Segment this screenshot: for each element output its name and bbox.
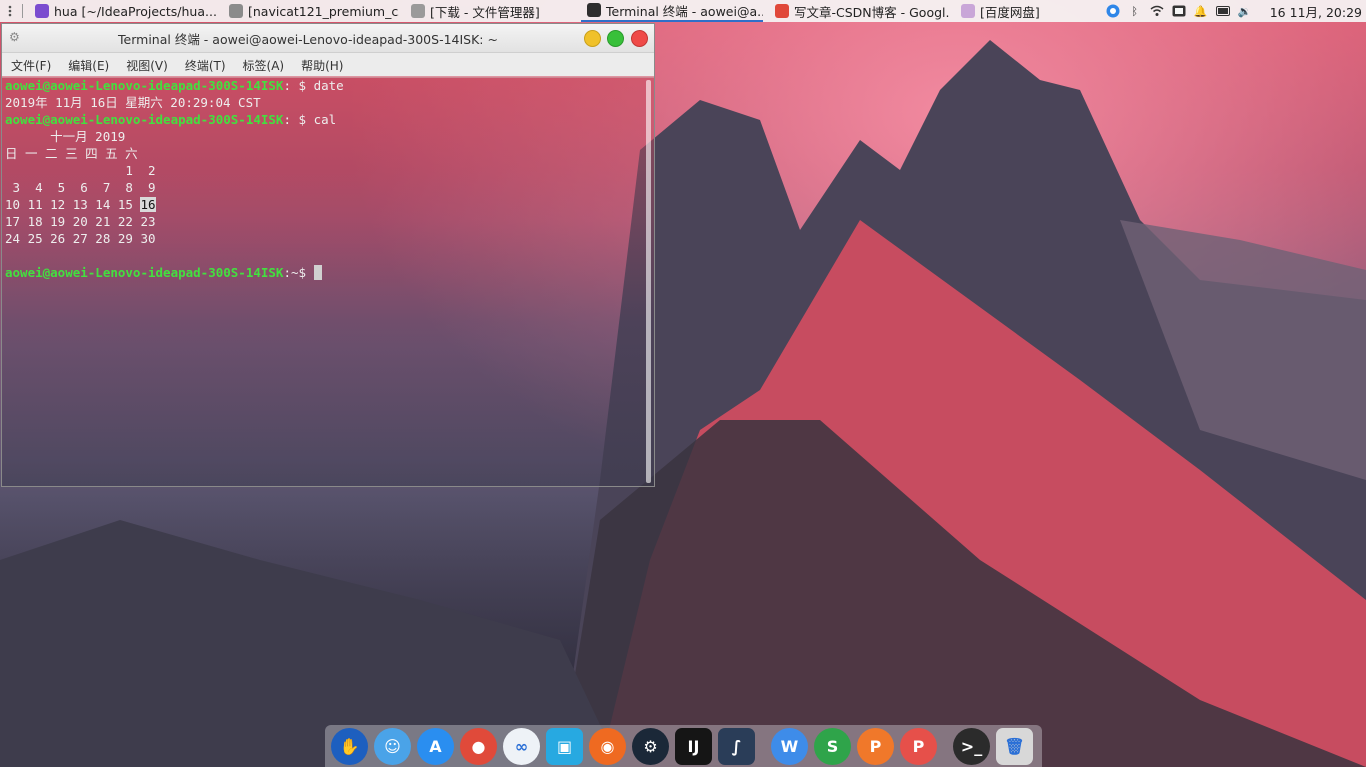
system-monitor-icon[interactable]: ∫ <box>718 727 755 765</box>
terminal-line: 2019年 11月 16日 星期六 20:29:04 CST <box>5 95 261 110</box>
baidu-netdisk-icon <box>961 4 975 18</box>
calendar-header: 日 一 二 三 四 五 六 <box>5 146 138 161</box>
app-store-icon[interactable]: A <box>417 727 454 765</box>
window-menu-gear-icon[interactable]: ⚙ <box>9 31 21 43</box>
calendar-row: 24 25 26 27 28 29 30 <box>5 231 156 246</box>
calendar-title: 十一月 2019 <box>5 129 126 144</box>
menu-view[interactable]: 视图(V) <box>126 57 168 74</box>
top-panel: hua [~/IdeaProjects/hua... [navicat121_p… <box>0 0 1366 22</box>
task-file-manager[interactable]: [下载 - 文件管理器] <box>405 0 575 22</box>
calendar-row: 10 11 12 13 14 15 16 <box>5 197 156 212</box>
terminal-icon <box>587 3 601 17</box>
command-text: date <box>313 78 344 93</box>
shell-prompt: aowei@aowei-Lenovo-ideapad-300S-14ISK <box>5 78 284 93</box>
firefox-icon[interactable]: ◉ <box>589 727 626 765</box>
window-title: Terminal 终端 - aowei@aowei-Lenovo-ideapad… <box>118 31 498 47</box>
launcher-icon[interactable]: ✋ <box>331 727 368 765</box>
chrome-icon <box>775 4 789 18</box>
calendar-row: 17 18 19 20 21 22 23 <box>5 214 156 229</box>
taskbar: hua [~/IdeaProjects/hua... [navicat121_p… <box>29 0 1059 22</box>
screenshot-icon[interactable]: ▣ <box>546 727 583 765</box>
panel-separator <box>22 4 23 18</box>
battery-icon[interactable] <box>1215 4 1230 18</box>
maximize-button[interactable] <box>607 30 624 47</box>
task-intellij[interactable]: hua [~/IdeaProjects/hua... <box>29 0 217 22</box>
shell-prompt: aowei@aowei-Lenovo-ideapad-300S-14ISK <box>5 265 284 280</box>
intellij-icon[interactable]: IJ <box>675 727 712 765</box>
command-text: cal <box>313 112 337 127</box>
calendar-row: 1 2 <box>5 163 156 178</box>
terminal-line: aowei@aowei-Lenovo-ideapad-300S-14ISK:~$ <box>5 264 651 281</box>
menu-help[interactable]: 帮助(H) <box>301 57 343 74</box>
menu-tabs[interactable]: 标签(A) <box>243 57 285 74</box>
wps-pdf-icon[interactable]: P <box>900 727 937 765</box>
dock: ✋ ☺ A ● ∞ ▣ ◉ ⚙ IJ ∫ W S P P >_ 🗑 <box>325 725 1042 767</box>
app-menu-icon[interactable] <box>0 0 20 22</box>
terminal-line: aowei@aowei-Lenovo-ideapad-300S-14ISK: $… <box>5 78 344 93</box>
calendar-row: 3 4 5 6 7 8 9 <box>5 180 156 195</box>
terminal-menubar: 文件(F) 编辑(E) 视图(V) 终端(T) 标签(A) 帮助(H) <box>2 53 654 78</box>
task-baidu-netdisk[interactable]: [百度网盘] <box>955 0 1053 22</box>
bluetooth-icon[interactable]: ᛒ <box>1128 4 1142 18</box>
finder-icon[interactable]: ☺ <box>374 727 411 765</box>
intellij-icon <box>35 4 49 18</box>
steam-icon[interactable]: ⚙ <box>632 727 669 765</box>
folder-icon <box>229 4 243 18</box>
terminal-line: aowei@aowei-Lenovo-ideapad-300S-14ISK: $… <box>5 112 337 127</box>
close-button[interactable] <box>631 30 648 47</box>
wps-presentation-icon[interactable]: P <box>857 727 894 765</box>
menu-terminal[interactable]: 终端(T) <box>185 57 226 74</box>
task-chrome[interactable]: 写文章-CSDN博客 - Googl... <box>769 0 949 22</box>
window-titlebar[interactable]: ⚙ Terminal 终端 - aowei@aowei-Lenovo-ideap… <box>2 24 654 53</box>
file-manager-icon <box>411 4 425 18</box>
chrome-icon[interactable]: ● <box>460 727 497 765</box>
minimize-button[interactable] <box>584 30 601 47</box>
clock[interactable]: 16 11月, 20:29 <box>1270 2 1362 21</box>
weather-icon[interactable] <box>1106 4 1120 18</box>
terminal-window: ⚙ Terminal 终端 - aowei@aowei-Lenovo-ideap… <box>1 23 655 487</box>
task-terminal[interactable]: Terminal 终端 - aowei@a... <box>581 0 763 22</box>
baidu-netdisk-icon[interactable]: ∞ <box>503 727 540 765</box>
terminal-icon[interactable]: >_ <box>953 727 990 765</box>
volume-icon[interactable]: 🔉 <box>1238 4 1252 18</box>
calendar-today: 16 <box>140 197 156 212</box>
menu-edit[interactable]: 编辑(E) <box>68 57 109 74</box>
shell-prompt: aowei@aowei-Lenovo-ideapad-300S-14ISK <box>5 112 284 127</box>
wps-writer-icon[interactable]: W <box>771 727 808 765</box>
keyboard-icon[interactable] <box>1172 4 1186 18</box>
wps-spreadsheet-icon[interactable]: S <box>814 727 851 765</box>
notification-bell-icon[interactable]: 🔔 <box>1194 4 1208 18</box>
system-tray: ᛒ 🔔 🔉 16 11月, 20:29 <box>1098 0 1366 22</box>
task-navicat-folder[interactable]: [navicat121_premium_cs... <box>223 0 399 22</box>
terminal-output[interactable]: aowei@aowei-Lenovo-ideapad-300S-14ISK: $… <box>2 76 654 486</box>
menu-file[interactable]: 文件(F) <box>11 57 51 74</box>
trash-icon[interactable]: 🗑 <box>996 727 1033 765</box>
scrollbar[interactable] <box>646 80 651 483</box>
wifi-icon[interactable] <box>1150 4 1164 18</box>
text-cursor <box>313 265 322 280</box>
